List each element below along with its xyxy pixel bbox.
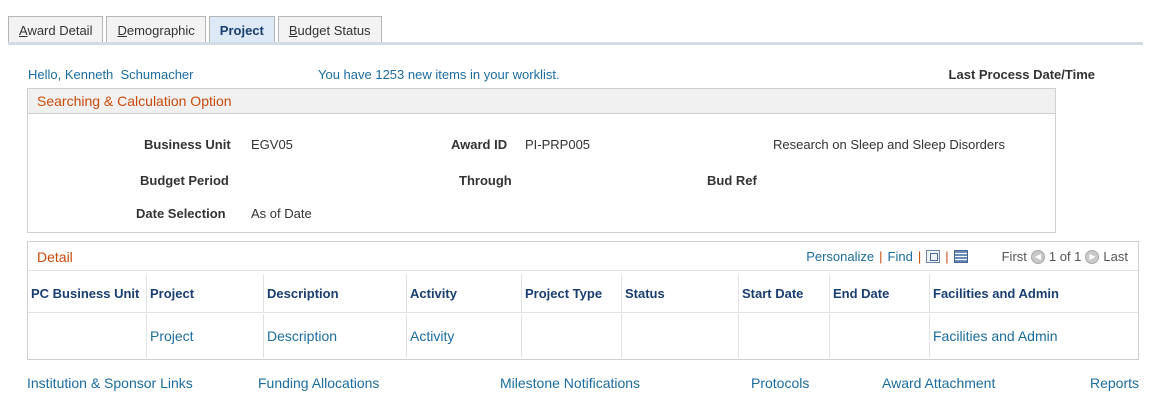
cell-pc-business-unit (28, 314, 147, 358)
cell-end-date (830, 314, 930, 358)
description-link[interactable]: Description (267, 328, 337, 344)
business-unit-value: EGV05 (251, 137, 293, 152)
col-activity: Activity (407, 275, 522, 313)
worklist-link[interactable]: You have 1253 new items in your worklist… (318, 67, 560, 82)
tab-label: emographic (126, 23, 195, 38)
col-facilities-admin: Facilities and Admin (930, 275, 1138, 313)
cell-description: Description (264, 314, 407, 358)
search-calc-section: Searching & Calculation Option Business … (27, 88, 1056, 233)
project-link[interactable]: Project (150, 328, 194, 344)
grid-title: Detail (37, 249, 73, 265)
cell-project-type (522, 314, 622, 358)
grid-header: Detail Personalize | Find | | First ◀ 1 … (28, 242, 1138, 271)
protocols-link[interactable]: Protocols (751, 375, 809, 391)
tab-project[interactable]: Project (208, 16, 275, 43)
facilities-admin-link[interactable]: Facilities and Admin (933, 328, 1058, 344)
col-end-date: End Date (830, 275, 930, 313)
cell-facilities-admin: Facilities and Admin (930, 314, 1138, 358)
cell-project-link: Project (147, 314, 264, 358)
cell-start-date (739, 314, 830, 358)
col-status: Status (622, 275, 739, 313)
award-attachment-link[interactable]: Award Attachment (882, 375, 995, 391)
separator: | (917, 249, 922, 264)
col-project: Project (147, 275, 264, 313)
previous-icon[interactable]: ◀ (1030, 249, 1045, 264)
detail-grid: Detail Personalize | Find | | First ◀ 1 … (27, 241, 1139, 360)
section-title: Searching & Calculation Option (28, 89, 1055, 114)
tab-accesskey: B (288, 23, 298, 38)
separator: | (879, 249, 883, 264)
date-selection-label: Date Selection (136, 206, 226, 221)
find-link[interactable]: Find (888, 249, 913, 264)
first-label: First (1001, 249, 1027, 264)
last-label: Last (1103, 249, 1128, 264)
institution-sponsor-links-link[interactable]: Institution & Sponsor Links (27, 375, 193, 391)
award-description: Research on Sleep and Sleep Disorders (773, 137, 1005, 152)
col-pc-business-unit: PC Business Unit (28, 275, 147, 313)
next-icon[interactable]: ▶ (1085, 249, 1100, 264)
bud-ref-label: Bud Ref (707, 173, 757, 188)
through-label: Through (459, 173, 512, 188)
tab-underline (8, 42, 1143, 45)
award-id-value: PI-PRP005 (525, 137, 591, 152)
tab-label: udget Status (297, 23, 371, 38)
tab-demographic[interactable]: Demographic (106, 16, 206, 43)
col-project-type: Project Type (522, 275, 622, 313)
tab-award-detail[interactable]: Award Detail (8, 16, 104, 43)
row-range: 1 of 1 (1048, 249, 1082, 264)
cell-activity: Activity (407, 314, 522, 358)
tab-label: ward Detail (27, 23, 93, 38)
tab-accesskey: D (117, 23, 127, 38)
funding-allocations-link[interactable]: Funding Allocations (258, 375, 379, 391)
greeting-text: Hello, Kenneth Schumacher (28, 67, 194, 82)
tab-bar: Award Detail Demographic Project Budget … (8, 16, 385, 43)
col-description: Description (264, 275, 407, 313)
award-id-label: Award ID (451, 137, 508, 152)
tab-budget-status[interactable]: Budget Status (277, 16, 382, 43)
separator: | (945, 249, 949, 264)
tab-label: Project (219, 23, 264, 38)
activity-link[interactable]: Activity (410, 328, 454, 344)
reports-link[interactable]: Reports (1090, 375, 1139, 391)
view-all-icon[interactable] (926, 250, 941, 263)
budget-period-label: Budget Period (140, 173, 229, 188)
cell-status (622, 314, 739, 358)
col-start-date: Start Date (739, 275, 830, 313)
business-unit-label: Business Unit (144, 137, 231, 152)
grid-navigation: Personalize | Find | | First ◀ 1 of 1 ▶ … (806, 249, 1128, 264)
date-selection-value: As of Date (251, 206, 312, 221)
milestone-notifications-link[interactable]: Milestone Notifications (500, 375, 640, 391)
personalize-link[interactable]: Personalize (806, 249, 874, 264)
download-icon[interactable] (953, 250, 968, 263)
last-process-label: Last Process Date/Time (948, 67, 1095, 82)
